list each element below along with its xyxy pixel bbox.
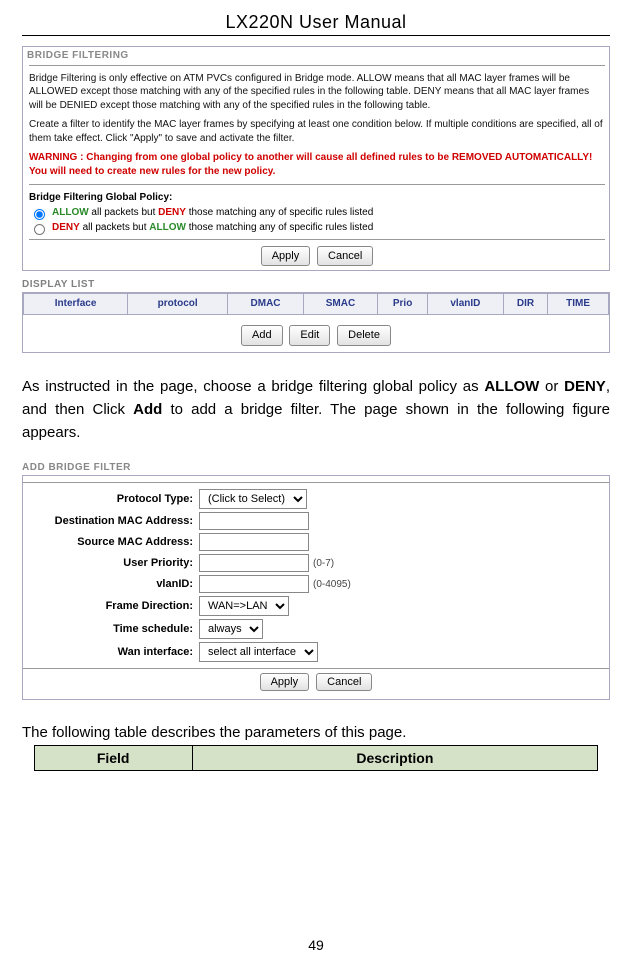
description-header: Description: [192, 746, 598, 771]
policy-text: those matching any of specific rules lis…: [186, 222, 373, 233]
cancel-button[interactable]: Cancel: [316, 673, 372, 691]
bridge-filtering-para1: Bridge Filtering is only effective on AT…: [29, 72, 605, 113]
apply-button[interactable]: Apply: [261, 246, 311, 267]
bridge-filtering-heading: BRIDGE FILTERING: [27, 49, 605, 63]
vlanid-input[interactable]: [199, 575, 309, 593]
policy-text: all packets but: [89, 207, 158, 218]
field-description-table: Field Description: [34, 745, 598, 771]
allow-word: ALLOW: [52, 207, 89, 218]
protocol-type-label: Protocol Type:: [33, 493, 199, 505]
divider: [23, 482, 609, 483]
field-header: Field: [34, 746, 192, 771]
apply-button[interactable]: Apply: [260, 673, 310, 691]
priority-label: User Priority:: [33, 557, 199, 569]
deny-word: DENY: [52, 222, 80, 233]
add-bridge-filter-heading: ADD BRIDGE FILTER: [22, 462, 610, 473]
display-col-dir: DIR: [503, 294, 547, 315]
protocol-type-select[interactable]: (Click to Select): [199, 489, 307, 509]
page-number: 49: [0, 937, 632, 953]
instruction-paragraph: As instructed in the page, choose a brid…: [22, 375, 610, 445]
display-col-time: TIME: [548, 294, 609, 315]
txt: As instructed in the page, choose a brid…: [22, 378, 484, 395]
display-col-smac: SMAC: [303, 294, 377, 315]
policy-text: those matching any of specific rules lis…: [186, 207, 373, 218]
waninterface-select[interactable]: select all interface: [199, 642, 318, 662]
divider: [29, 65, 605, 66]
smac-input[interactable]: [199, 533, 309, 551]
direction-select[interactable]: WAN=>LAN: [199, 596, 289, 616]
display-col-dmac: DMAC: [228, 294, 304, 315]
display-table: Interface protocol DMAC SMAC Prio vlanID…: [23, 293, 609, 315]
display-list-panel: Interface protocol DMAC SMAC Prio vlanID…: [22, 292, 610, 352]
priority-input[interactable]: [199, 554, 309, 572]
divider: [23, 668, 609, 669]
vlanid-hint: (0-4095): [313, 579, 351, 590]
divider: [29, 239, 605, 240]
title-rule: [22, 35, 610, 36]
cancel-button[interactable]: Cancel: [317, 246, 373, 267]
deny-word: DENY: [158, 207, 186, 218]
schedule-label: Time schedule:: [33, 623, 199, 635]
deny-word: DENY: [564, 378, 606, 395]
schedule-select[interactable]: always: [199, 619, 263, 639]
page-title: LX220N User Manual: [22, 12, 610, 33]
vlanid-label: vlanID:: [33, 578, 199, 590]
add-button[interactable]: Add: [241, 325, 283, 346]
direction-label: Frame Direction:: [33, 600, 199, 612]
display-col-protocol: protocol: [128, 294, 228, 315]
allow-word: ALLOW: [149, 222, 186, 233]
policy-text: all packets but: [80, 222, 149, 233]
bridge-filtering-warning: WARNING : Changing from one global polic…: [29, 151, 605, 178]
waninterface-label: Wan interface:: [33, 646, 199, 658]
add-bridge-filter-panel: Protocol Type: (Click to Select) Destina…: [22, 475, 610, 700]
dmac-label: Destination MAC Address:: [33, 515, 199, 527]
display-col-interface: Interface: [24, 294, 128, 315]
smac-label: Source MAC Address:: [33, 536, 199, 548]
display-list-heading: DISPLAY LIST: [22, 279, 610, 290]
bridge-filtering-panel: BRIDGE FILTERING Bridge Filtering is onl…: [22, 46, 610, 271]
policy-row-allow[interactable]: ALLOW all packets but DENY those matchin…: [29, 206, 605, 220]
display-col-prio: Prio: [378, 294, 428, 315]
divider: [29, 184, 605, 185]
display-col-vlanid: vlanID: [428, 294, 504, 315]
policy-row-deny[interactable]: DENY all packets but ALLOW those matchin…: [29, 221, 605, 235]
txt: or: [539, 378, 564, 395]
policy-heading: Bridge Filtering Global Policy:: [29, 191, 605, 205]
edit-button[interactable]: Edit: [289, 325, 330, 346]
table-intro: The following table describes the parame…: [22, 724, 610, 741]
policy-radio-allow[interactable]: [34, 209, 45, 220]
allow-word: ALLOW: [484, 378, 539, 395]
dmac-input[interactable]: [199, 512, 309, 530]
policy-radio-deny[interactable]: [34, 224, 45, 235]
add-word: Add: [133, 401, 162, 418]
bridge-filtering-para2: Create a filter to identify the MAC laye…: [29, 118, 605, 145]
priority-hint: (0-7): [313, 558, 334, 569]
delete-button[interactable]: Delete: [337, 325, 391, 346]
